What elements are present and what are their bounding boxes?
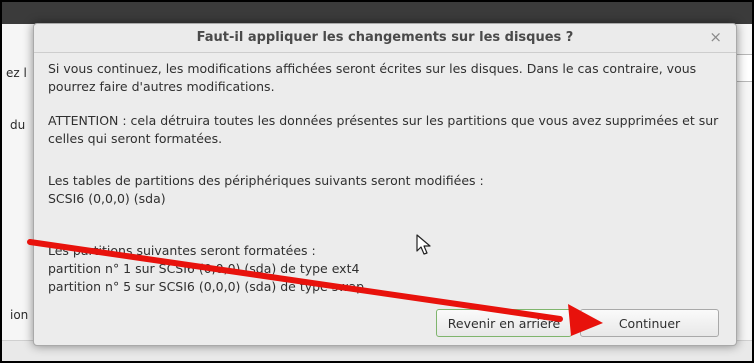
formatted-partitions-heading: Les partitions suivantes seront formatée… [48, 243, 316, 258]
background-label-3: ion [10, 308, 29, 322]
background-label-2: du [10, 118, 26, 132]
formatted-partition-item-1: partition n° 1 sur SCSI6 (0,0,0) (sda) d… [48, 261, 360, 276]
info-paragraph: Si vous continuez, les modifications aff… [48, 61, 697, 94]
formatted-partitions-section: Les partitions suivantes seront formatée… [48, 242, 728, 296]
back-button[interactable]: Revenir en arrière [436, 309, 572, 337]
installer-window: ez l du ion Faut-il appliquer les change… [0, 0, 754, 363]
partition-tables-heading: Les tables de partitions des périphériqu… [48, 173, 484, 188]
mouse-cursor-icon [416, 234, 431, 255]
dialog-title: Faut-il appliquer les changements sur le… [196, 30, 574, 45]
formatted-partition-item-2: partition n° 5 sur SCSI6 (0,0,0) (sda) d… [48, 279, 365, 294]
window-top-bar [2, 2, 752, 24]
warning-paragraph: ATTENTION : cela détruira toutes les don… [48, 113, 719, 146]
background-label-1: ez l [6, 66, 27, 80]
partition-table-item: SCSI6 (0,0,0) (sda) [48, 191, 166, 206]
dialog-titlebar: Faut-il appliquer les changements sur le… [34, 24, 736, 53]
close-icon[interactable]: × [709, 28, 722, 46]
continue-button[interactable]: Continuer [580, 309, 719, 337]
confirm-dialog: Faut-il appliquer les changements sur le… [33, 23, 737, 346]
partition-tables-section: Les tables de partitions des périphériqu… [48, 172, 728, 208]
